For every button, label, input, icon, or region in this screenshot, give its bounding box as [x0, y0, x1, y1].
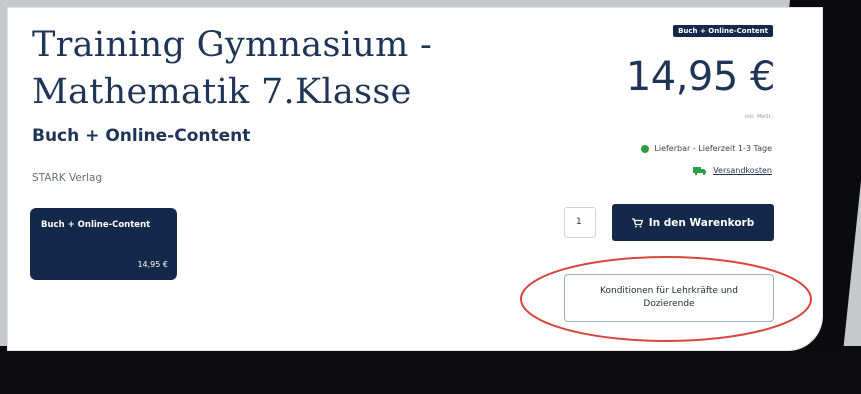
- product-title: Training Gymnasium - Mathematik 7.Klasse: [32, 25, 433, 112]
- product-subtitle: Buch + Online-Content: [32, 126, 251, 146]
- product-panel: Training Gymnasium - Mathematik 7.Klasse…: [8, 8, 822, 350]
- cart-icon: [631, 217, 643, 227]
- product-price: 14,95 €: [625, 54, 776, 100]
- device-bezel-bottom: [0, 346, 861, 394]
- add-to-cart-button[interactable]: In den Warenkorb: [612, 204, 774, 241]
- availability-dot-icon: [641, 144, 650, 153]
- publisher-name: STARK Verlag: [32, 172, 103, 184]
- availability-text: Lieferbar - Lieferzeit 1-3 Tage: [654, 144, 772, 153]
- teacher-conditions-label: Konditionen für Lehrkräfte und Dozierend…: [600, 286, 738, 309]
- shipping-costs-link[interactable]: Versandkosten: [713, 166, 772, 175]
- variant-option-card[interactable]: Buch + Online-Content 14,95 €: [30, 208, 177, 280]
- shipping-costs: Versandkosten: [693, 166, 772, 175]
- variant-label: Buch + Online-Content: [41, 220, 151, 230]
- tax-note: inkl. MwSt.: [744, 114, 772, 120]
- format-badge: Buch + Online-Content: [673, 25, 773, 37]
- teacher-conditions-button[interactable]: Konditionen für Lehrkräfte und Dozierend…: [564, 274, 774, 322]
- truck-icon: [693, 167, 707, 175]
- screenshot-frame: Training Gymnasium - Mathematik 7.Klasse…: [0, 0, 861, 394]
- quantity-input[interactable]: 1: [564, 207, 596, 238]
- add-to-cart-label: In den Warenkorb: [648, 216, 755, 229]
- availability-status: Lieferbar - Lieferzeit 1-3 Tage: [641, 144, 772, 153]
- variant-price: 14,95 €: [137, 260, 168, 269]
